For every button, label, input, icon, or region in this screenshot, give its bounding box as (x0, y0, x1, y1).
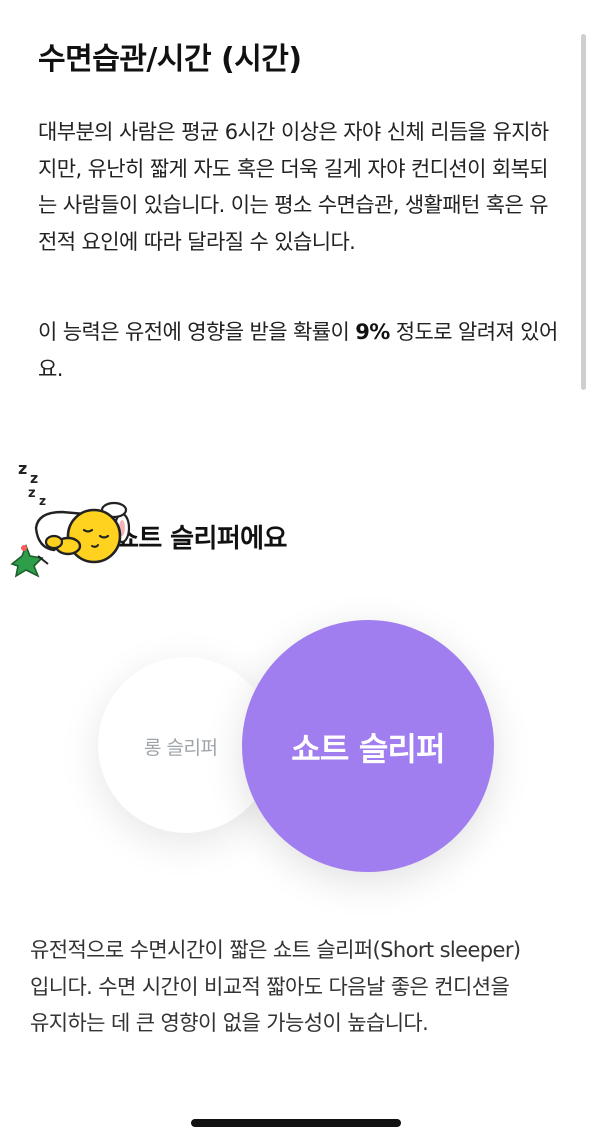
page-title: 수면습관/시간 (시간) (38, 42, 302, 77)
svg-text:z: z (28, 486, 36, 501)
svg-text:z: z (30, 471, 38, 487)
short-sleeper-option: 쇼트 슬리퍼 (242, 620, 494, 872)
svg-text:z: z (18, 459, 27, 478)
svg-text:z: z (39, 494, 46, 508)
heredity-paragraph: 이 능력은 유전에 영향을 받을 확률이 9% 정도로 알려져 있어요. (38, 314, 558, 387)
heredity-percentage: 9% (355, 320, 390, 344)
intro-paragraph: 대부분의 사람은 평균 6시간 이상은 자야 신체 리듬을 유지하지만, 유난히… (38, 120, 549, 254)
long-sleeper-label: 롱 슬리퍼 (144, 737, 218, 759)
result-description: 유전적으로 수면시간이 짧은 쇼트 슬리퍼(Short sleeper)입니다.… (30, 938, 521, 1036)
heredity-prefix: 이 능력은 유전에 영향을 받을 확률이 (38, 320, 356, 344)
scrollbar[interactable] (581, 34, 586, 390)
short-sleeper-label: 쇼트 슬리퍼 (291, 730, 445, 768)
home-indicator[interactable] (191, 1119, 401, 1127)
sleeping-mascot-icon: z z z z (10, 459, 131, 578)
